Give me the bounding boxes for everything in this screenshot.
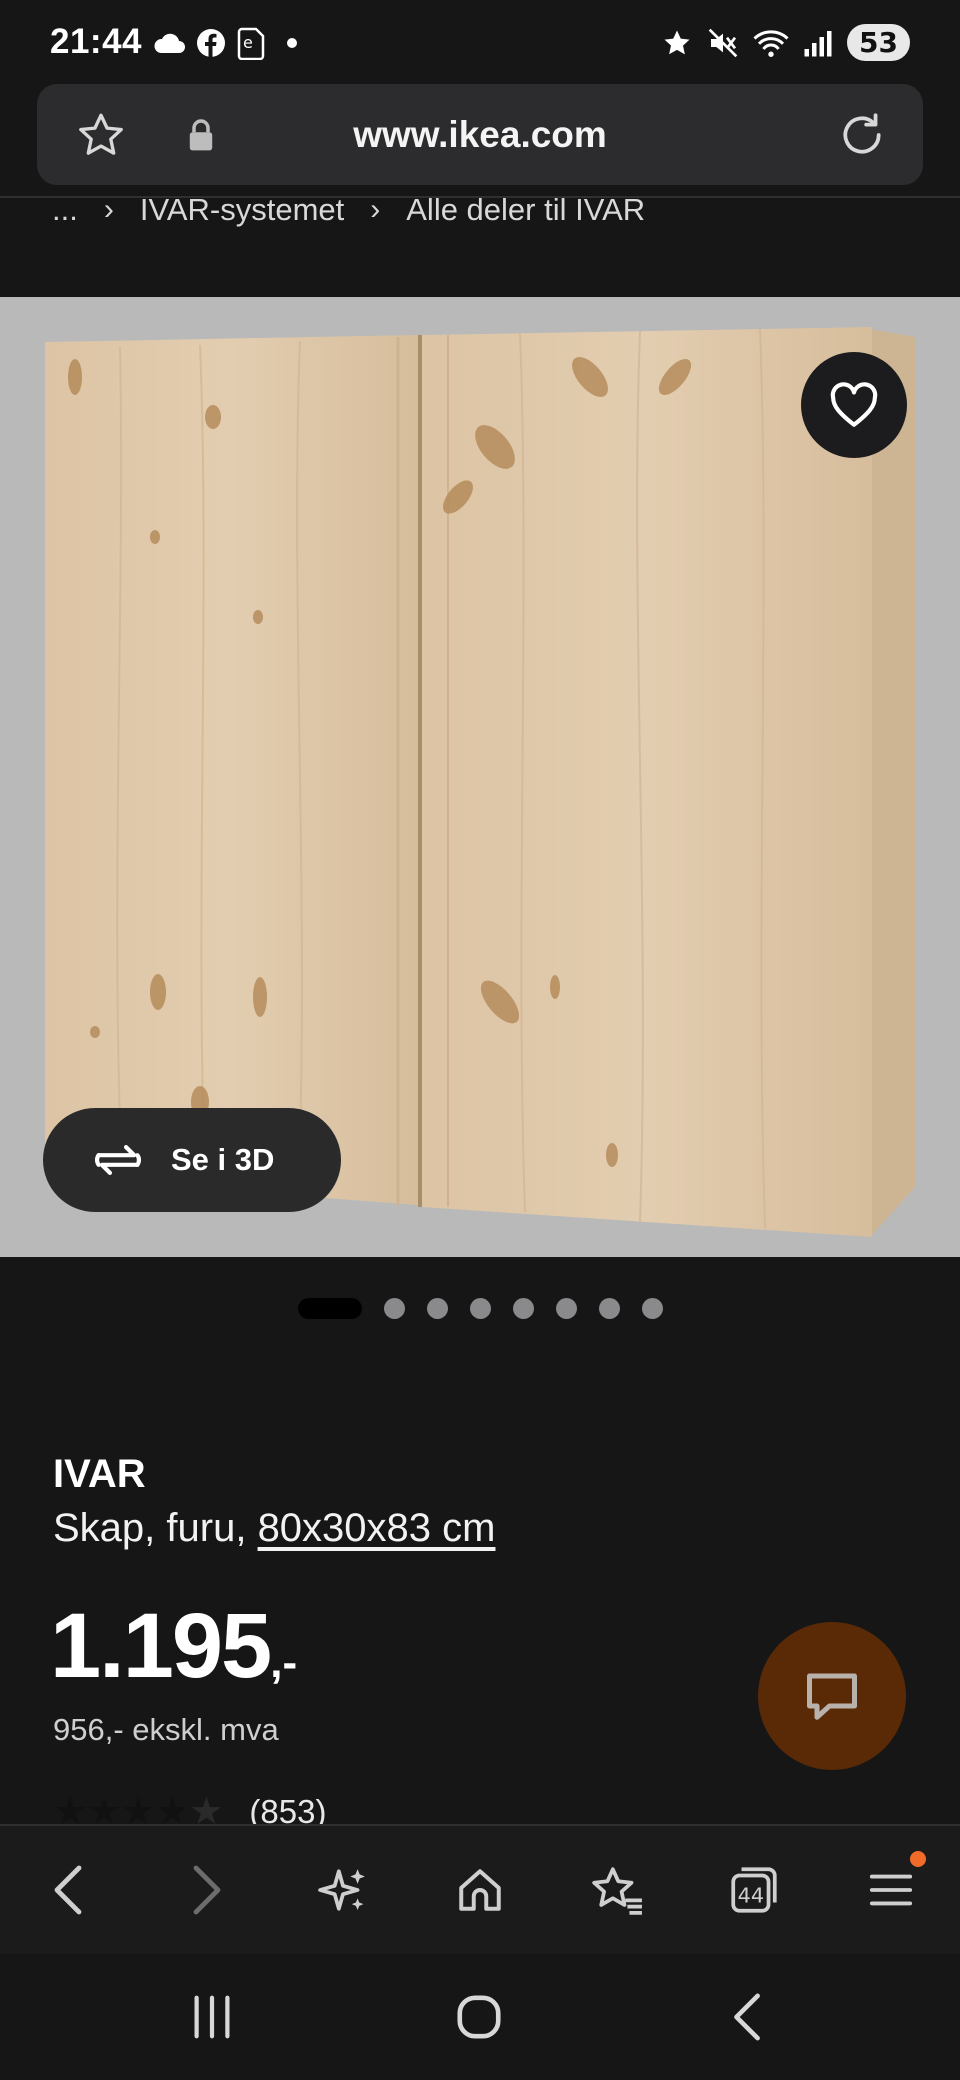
carousel-dot[interactable] xyxy=(556,1298,577,1319)
address-bar[interactable]: www.ikea.com xyxy=(37,84,923,185)
system-navigation-bar xyxy=(0,1954,960,2080)
status-bar: 21:44 e 53 xyxy=(0,0,960,84)
recent-apps-icon[interactable] xyxy=(188,1992,236,2042)
facebook-icon xyxy=(197,29,225,57)
wifi-icon xyxy=(753,30,789,57)
battery-indicator: 53 xyxy=(847,24,910,61)
carousel-dot[interactable] xyxy=(599,1298,620,1319)
home-button[interactable] xyxy=(435,1845,525,1935)
product-description: Skap, furu, 80x30x83 cm xyxy=(53,1506,495,1551)
carousel-dot[interactable] xyxy=(470,1298,491,1319)
back-button[interactable] xyxy=(24,1845,114,1935)
breadcrumb-ivar-systemet[interactable]: IVAR-systemet xyxy=(140,192,344,228)
carousel-dot[interactable] xyxy=(427,1298,448,1319)
view-in-3d-button[interactable]: Se i 3D xyxy=(43,1108,341,1212)
price-suffix: ,- xyxy=(270,1638,298,1687)
tabs-icon: 44 xyxy=(731,1867,777,1913)
carousel-dot[interactable] xyxy=(384,1298,405,1319)
sparkle-icon xyxy=(318,1869,365,1911)
mute-icon xyxy=(708,28,738,57)
breadcrumb-alle-deler[interactable]: Alle deler til IVAR xyxy=(406,192,645,228)
star-icon xyxy=(664,30,690,54)
heart-icon xyxy=(830,382,878,427)
forward-icon xyxy=(193,1865,221,1915)
carousel-dot[interactable] xyxy=(642,1298,663,1319)
signal-icon xyxy=(804,30,832,56)
chat-button[interactable] xyxy=(758,1622,906,1770)
chevron-right-icon: › xyxy=(370,193,381,226)
bookmarks-icon xyxy=(592,1867,643,1915)
browser-toolbar: 44 xyxy=(0,1824,960,1954)
chevron-right-icon: › xyxy=(103,193,114,226)
cloud-icon xyxy=(154,33,185,53)
status-left-icons: e xyxy=(152,26,304,60)
status-time: 21:44 xyxy=(50,22,143,61)
home-nav-icon[interactable] xyxy=(454,1992,504,2042)
product-type: Skap, furu, xyxy=(53,1506,258,1550)
tabs-button[interactable]: 44 xyxy=(709,1845,799,1935)
e-notification-icon: e xyxy=(237,27,265,60)
breadcrumb: ... › IVAR-systemet › Alle deler til IVA… xyxy=(52,190,645,230)
back-nav-icon[interactable] xyxy=(728,1992,768,2042)
price-main: 1.195 xyxy=(50,1595,272,1697)
menu-button[interactable] xyxy=(846,1845,936,1935)
chat-bubble-icon xyxy=(807,1673,857,1720)
carousel-dot-active[interactable] xyxy=(298,1298,362,1319)
menu-icon xyxy=(870,1874,913,1906)
home-icon xyxy=(459,1869,501,1911)
status-right-icons: 53 xyxy=(661,24,910,61)
breadcrumb-ellipsis[interactable]: ... xyxy=(52,192,78,228)
svg-text:e: e xyxy=(243,33,253,52)
product-dimensions-link[interactable]: 80x30x83 cm xyxy=(258,1506,496,1550)
favorite-button[interactable] xyxy=(801,352,907,458)
tab-count: 44 xyxy=(738,1883,764,1907)
reload-icon[interactable] xyxy=(837,110,887,160)
rotate-3d-icon xyxy=(95,1145,141,1175)
price-excluding-vat: 956,- ekskl. mva xyxy=(53,1712,279,1747)
url-text[interactable]: www.ikea.com xyxy=(37,114,923,156)
bookmarks-button[interactable] xyxy=(572,1845,662,1935)
product-name: IVAR xyxy=(53,1452,146,1496)
notification-dot xyxy=(910,1851,927,1867)
carousel-dots xyxy=(298,1298,663,1319)
dot-icon xyxy=(287,38,297,48)
forward-button[interactable] xyxy=(161,1845,251,1935)
back-icon xyxy=(54,1865,81,1915)
ai-assistant-button[interactable] xyxy=(298,1845,388,1935)
product-price: 1.195,- xyxy=(50,1594,297,1699)
view-in-3d-label: Se i 3D xyxy=(171,1142,275,1177)
carousel-dot[interactable] xyxy=(513,1298,534,1319)
